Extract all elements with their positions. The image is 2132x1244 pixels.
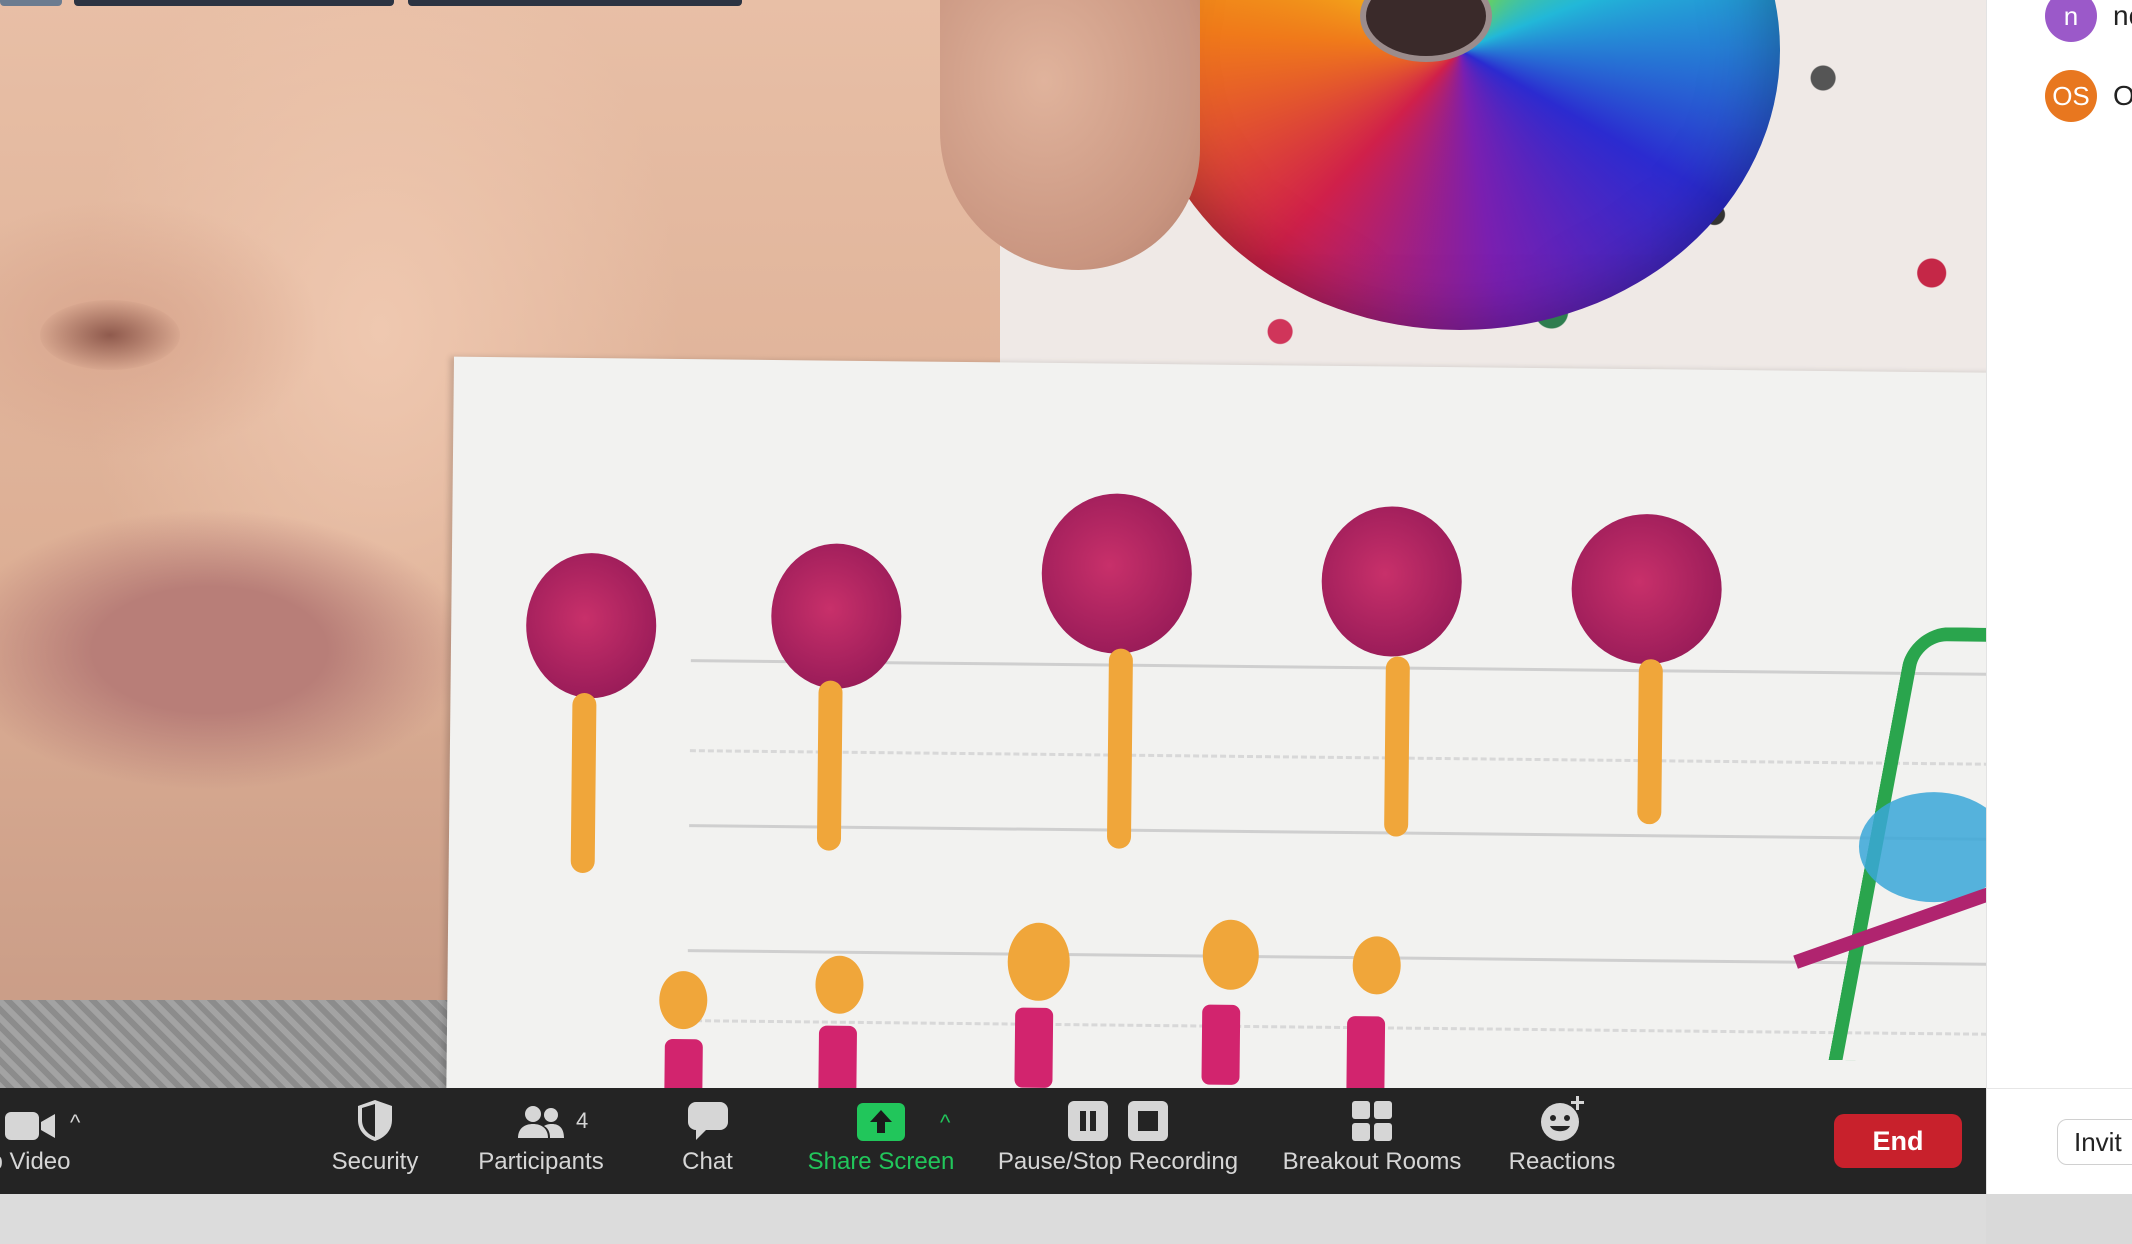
participant-video: [0, 0, 1986, 1088]
drawn-candle: [664, 1038, 703, 1088]
window-tab-strip: [408, 0, 742, 6]
recording-controls-icon: [1067, 1088, 1169, 1148]
drawn-candle: [1346, 1016, 1386, 1088]
drawn-candle: [818, 1025, 858, 1088]
drawn-lollipop-stick: [816, 680, 843, 851]
security-button[interactable]: Security: [315, 1088, 435, 1194]
breakout-rooms-button[interactable]: Breakout Rooms: [1272, 1088, 1472, 1194]
drawn-candle-flame: [1007, 922, 1071, 1002]
drawn-lollipop-stick: [1106, 648, 1134, 849]
reactions-button[interactable]: Reactions: [1500, 1088, 1624, 1194]
drawn-candle-flame: [1352, 936, 1402, 995]
breakout-rooms-label: Breakout Rooms: [1282, 1148, 1462, 1175]
participant-avatar: OS: [2045, 70, 2097, 122]
drawn-lollipop-stick: [570, 692, 597, 874]
drawn-lollipop: [1040, 492, 1193, 655]
participants-count: 4: [576, 1108, 589, 1133]
paper-rule-dashed: [687, 1019, 1986, 1036]
chat-bubble-icon: [686, 1088, 730, 1148]
video-camera-icon: [3, 1088, 57, 1148]
participants-icon: 4: [516, 1088, 588, 1148]
video-options-caret[interactable]: ^: [70, 1110, 80, 1136]
drawn-lollipop-stick: [1637, 659, 1663, 825]
paper-rule-dashed: [689, 749, 1986, 766]
drawn-lollipop: [770, 542, 903, 690]
paper-rule-line: [689, 824, 1986, 841]
participants-label: Participants: [478, 1148, 604, 1175]
breakout-grid-icon: [1351, 1088, 1393, 1148]
drawn-candle: [1014, 1007, 1054, 1088]
share-options-caret[interactable]: ^: [940, 1110, 950, 1136]
drawn-candle: [1201, 1004, 1241, 1085]
shield-icon: [355, 1088, 395, 1148]
drawn-lollipop: [1320, 505, 1463, 658]
participant-name[interactable]: O: [2113, 80, 2132, 112]
drawn-lollipop: [1570, 513, 1723, 665]
drawn-lollipop: [525, 552, 657, 699]
desktop-background-strip: [0, 1194, 1986, 1244]
meeting-toolbar: p Video ^ Security 4 Participants: [0, 1088, 1986, 1194]
panel-footer: Invit: [1987, 1088, 2132, 1195]
drawn-candle-flame: [815, 955, 864, 1014]
video-label: p Video: [0, 1148, 71, 1175]
end-meeting-button[interactable]: End: [1834, 1114, 1962, 1168]
drawn-lollipop-stick: [1384, 656, 1410, 837]
stop-video-button[interactable]: p Video: [0, 1088, 90, 1194]
drawn-candle-flame: [1202, 919, 1260, 991]
video-nostril: [40, 300, 180, 370]
share-screen-label: Share Screen: [807, 1148, 955, 1175]
add-reaction-icon: [1538, 1088, 1586, 1148]
invite-button[interactable]: Invit: [2057, 1119, 2132, 1165]
participant-avatar: n: [2045, 0, 2097, 42]
participant-name[interactable]: nc: [2113, 0, 2132, 32]
video-drawing-paper: [446, 356, 1986, 1088]
security-label: Security: [331, 1148, 419, 1175]
window-tab-strip: [0, 0, 62, 6]
share-screen-icon: [856, 1088, 906, 1148]
participants-button[interactable]: 4 Participants: [468, 1088, 614, 1194]
share-screen-button[interactable]: Share Screen: [800, 1088, 962, 1194]
reactions-label: Reactions: [1508, 1148, 1616, 1175]
chat-label: Chat: [682, 1148, 733, 1175]
video-sweater: [0, 1000, 460, 1088]
chat-button[interactable]: Chat: [650, 1088, 765, 1194]
pause-stop-recording-button[interactable]: Pause/Stop Recording: [990, 1088, 1246, 1194]
participants-side-panel: n nc OS O Invit: [1986, 0, 2132, 1194]
recording-label: Pause/Stop Recording: [997, 1148, 1239, 1175]
window-tab-strip: [74, 0, 394, 6]
paper-rule-line: [687, 949, 1986, 966]
